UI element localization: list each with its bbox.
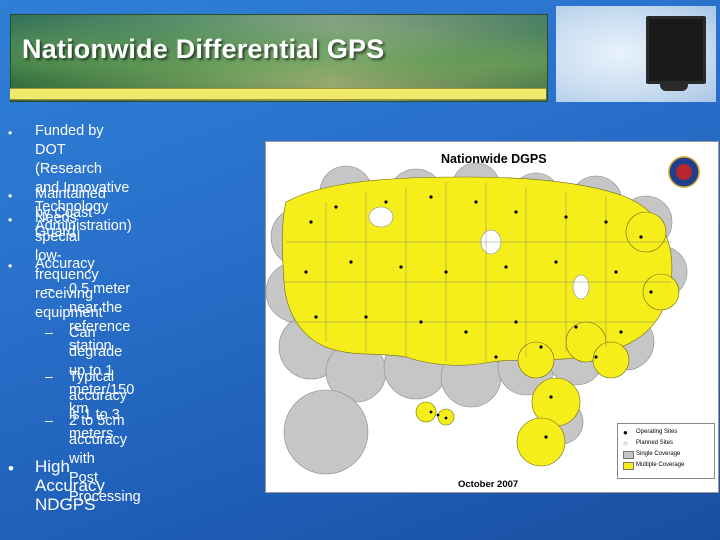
bullet-marker: • xyxy=(8,189,13,203)
title-underline-bar xyxy=(10,88,546,100)
slide-title: Nationwide Differential GPS xyxy=(22,34,385,64)
legend-operating: Operating Sites xyxy=(636,429,678,435)
bullet-line: Funded by DOT (Research xyxy=(35,123,104,177)
monitor-stand xyxy=(660,81,688,91)
bullet-marker: • xyxy=(8,459,14,478)
bullet-line: High Accuracy NDGPS xyxy=(35,457,105,514)
map-title: Nationwide DGPS xyxy=(441,152,547,166)
monitor-graphic xyxy=(556,6,716,102)
bullet-marker: • xyxy=(8,259,13,273)
sub-bullet-marker: – xyxy=(45,412,53,428)
bullet-item: High Accuracy NDGPS xyxy=(35,457,105,514)
sub-bullet-marker: – xyxy=(45,324,53,340)
monitor-icon xyxy=(646,16,706,84)
bullet-line: 0.5 meter near the xyxy=(69,281,131,316)
legend-multiple: Multiple Coverage xyxy=(636,462,685,468)
multiple-coverage-swatch xyxy=(623,462,634,470)
dgps-coverage-map: Nationwide DGPS ● Operating Sites ○ Plan… xyxy=(265,141,719,493)
operating-site-symbol: ● xyxy=(623,428,628,437)
map-date: October 2007 xyxy=(458,479,519,490)
sub-bullet-marker: – xyxy=(45,280,53,296)
bullet-marker: • xyxy=(8,126,13,140)
map-legend: ● Operating Sites ○ Planned Sites Single… xyxy=(617,423,715,479)
bullet-line: Accuracy xyxy=(35,256,95,272)
planned-site-symbol: ○ xyxy=(623,439,628,448)
single-coverage-swatch xyxy=(623,451,634,459)
bullet-item: Accuracy xyxy=(35,255,95,274)
coast-guard-emblem xyxy=(668,156,700,188)
bullet-marker: • xyxy=(8,213,13,227)
legend-single: Single Coverage xyxy=(636,451,681,457)
sub-bullet-marker: – xyxy=(45,368,53,384)
legend-planned: Planned Sites xyxy=(636,440,674,446)
